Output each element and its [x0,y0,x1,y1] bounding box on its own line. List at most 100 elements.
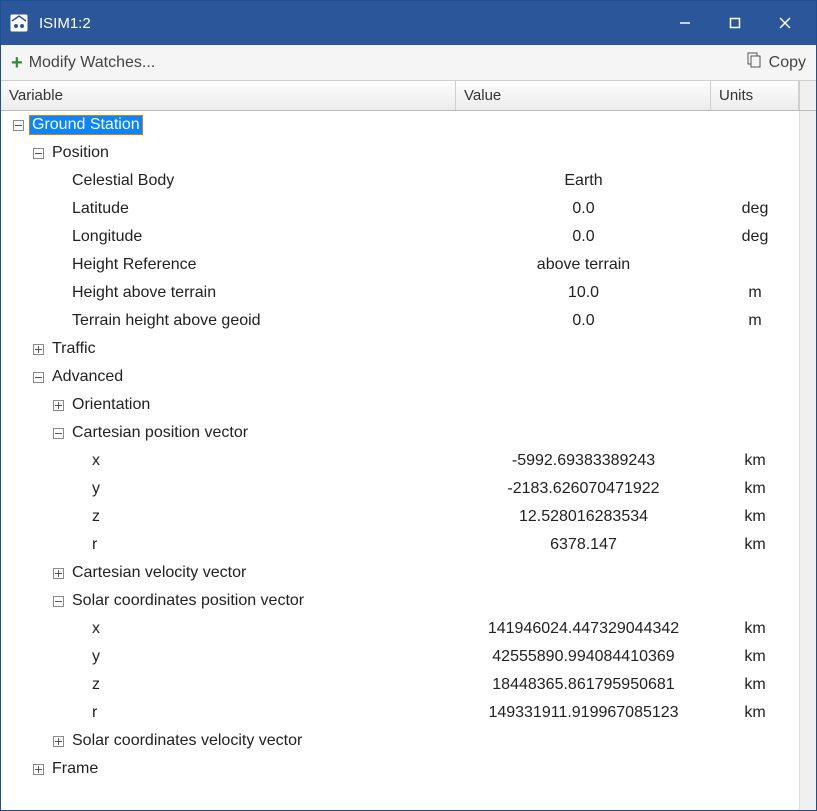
expand-icon[interactable] [33,344,44,355]
tree-node-units [711,111,799,139]
vertical-scrollbar[interactable] [799,111,816,810]
tree-node-units: km [711,643,799,671]
collapse-icon[interactable] [53,596,64,607]
modify-watches-button[interactable]: + Modify Watches... [11,53,155,73]
tree-node-units: m [711,307,799,335]
tree-row[interactable]: Advanced [1,363,799,391]
tree-node-value [456,559,711,587]
tree-row[interactable]: Solar coordinates position vector [1,587,799,615]
tree-row[interactable]: Height above terrain10.0m [1,279,799,307]
tree-node-value: 141946024.447329044342 [456,615,711,643]
tree-node-label[interactable]: Latitude [70,200,131,218]
header-variable[interactable]: Variable [1,81,456,110]
tree-node-label[interactable]: Traffic [50,340,98,358]
collapse-icon[interactable] [13,120,24,131]
tree-node-label[interactable]: Height Reference [70,256,199,274]
tree-row[interactable]: Cartesian position vector [1,419,799,447]
expand-icon[interactable] [53,568,64,579]
tree-row[interactable]: Longitude0.0deg [1,223,799,251]
tree-row[interactable]: Frame [1,755,799,783]
tree-node-value [456,363,711,391]
tree-node-label[interactable]: x [90,452,102,470]
tree-node-label[interactable]: Cartesian position vector [70,424,250,442]
tree-node-label[interactable]: Height above terrain [70,284,218,302]
maximize-button[interactable] [710,1,760,45]
tree-row[interactable]: Solar coordinates velocity vector [1,727,799,755]
tree-row[interactable]: Orientation [1,391,799,419]
tree-row[interactable]: Latitude0.0deg [1,195,799,223]
tree-node-label[interactable]: Position [50,144,111,162]
tree-row[interactable]: z 18448365.861795950681km [1,671,799,699]
tree-node-label[interactable]: Solar coordinates velocity vector [70,732,304,750]
tree-row[interactable]: Cartesian velocity vector [1,559,799,587]
tree-node-label[interactable]: Celestial Body [70,172,176,190]
close-button[interactable] [760,1,810,45]
tree-node-value: above terrain [456,251,711,279]
tree-row[interactable]: x-5992.69383389243km [1,447,799,475]
tree-node-units [711,335,799,363]
tree-node-value: Earth [456,167,711,195]
tree-node-label[interactable]: r [90,704,99,722]
app-window: ISIM1:2 + Modify Watches... Copy Variabl… [0,0,817,811]
collapse-icon[interactable] [33,148,44,159]
tree-node-units: km [711,699,799,727]
tree-row[interactable]: y-2183.626070471922km [1,475,799,503]
tree-node-units [711,419,799,447]
tree-node-label[interactable]: Cartesian velocity vector [70,564,248,582]
tree-node-label[interactable]: z [90,676,102,694]
tree-node-value: 6378.147 [456,531,711,559]
tree-row[interactable]: Terrain height above geoid 0.0m [1,307,799,335]
tree-row[interactable]: Position [1,139,799,167]
tree-node-value [456,587,711,615]
tree-row[interactable]: z12.528016283534km [1,503,799,531]
header-units[interactable]: Units [711,81,799,110]
minimize-button[interactable] [660,1,710,45]
titlebar[interactable]: ISIM1:2 [1,1,816,45]
tree-node-value [456,755,711,783]
tree-row[interactable]: r 149331911.919967085123km [1,699,799,727]
expand-icon[interactable] [53,400,64,411]
tree-node-label[interactable]: Terrain height above geoid [70,312,263,330]
copy-button[interactable]: Copy [745,51,806,74]
tree-node-label[interactable]: Frame [50,760,100,778]
tree-node-units [711,727,799,755]
column-headers: Variable Value Units [1,81,816,111]
watch-tree[interactable]: Ground Station Position Celestial Body Eart… [1,111,799,810]
tree-node-label[interactable]: Solar coordinates position vector [70,592,306,610]
tree-row[interactable]: y42555890.994084410369km [1,643,799,671]
tree-node-label[interactable]: z [90,508,102,526]
tree-row[interactable]: Celestial Body Earth [1,167,799,195]
tree-row[interactable]: Ground Station [1,111,799,139]
tree-node-value: 149331911.919967085123 [456,699,711,727]
tree-node-label[interactable]: Longitude [70,228,144,246]
tree-row[interactable]: Height Reference above terrain [1,251,799,279]
tree-node-label[interactable]: Advanced [50,368,125,386]
tree-node-label[interactable]: Orientation [70,396,152,414]
collapse-icon[interactable] [33,372,44,383]
tree-row[interactable]: x141946024.447329044342km [1,615,799,643]
tree-node-label[interactable]: r [90,536,99,554]
tree-node-value [456,727,711,755]
tree-row[interactable]: Traffic [1,335,799,363]
expand-icon[interactable] [33,764,44,775]
tree-node-units [711,251,799,279]
modify-watches-label: Modify Watches... [29,54,156,72]
tree-node-units: km [711,671,799,699]
tree-node-label[interactable]: y [90,648,102,666]
tree-node-value: 18448365.861795950681 [456,671,711,699]
tree-node-value [456,111,711,139]
plus-icon: + [11,53,23,73]
tree-node-value: 12.528016283534 [456,503,711,531]
tree-node-units: deg [711,195,799,223]
tree-node-value: 0.0 [456,307,711,335]
tree-node-label[interactable]: x [90,620,102,638]
tree-node-label[interactable]: y [90,480,102,498]
tree-node-value [456,419,711,447]
tree-node-units [711,363,799,391]
expand-icon[interactable] [53,736,64,747]
collapse-icon[interactable] [53,428,64,439]
tree-row[interactable]: r6378.147km [1,531,799,559]
tree-node-label[interactable]: Ground Station [30,116,142,134]
header-value[interactable]: Value [456,81,711,110]
window-title: ISIM1:2 [39,15,660,32]
